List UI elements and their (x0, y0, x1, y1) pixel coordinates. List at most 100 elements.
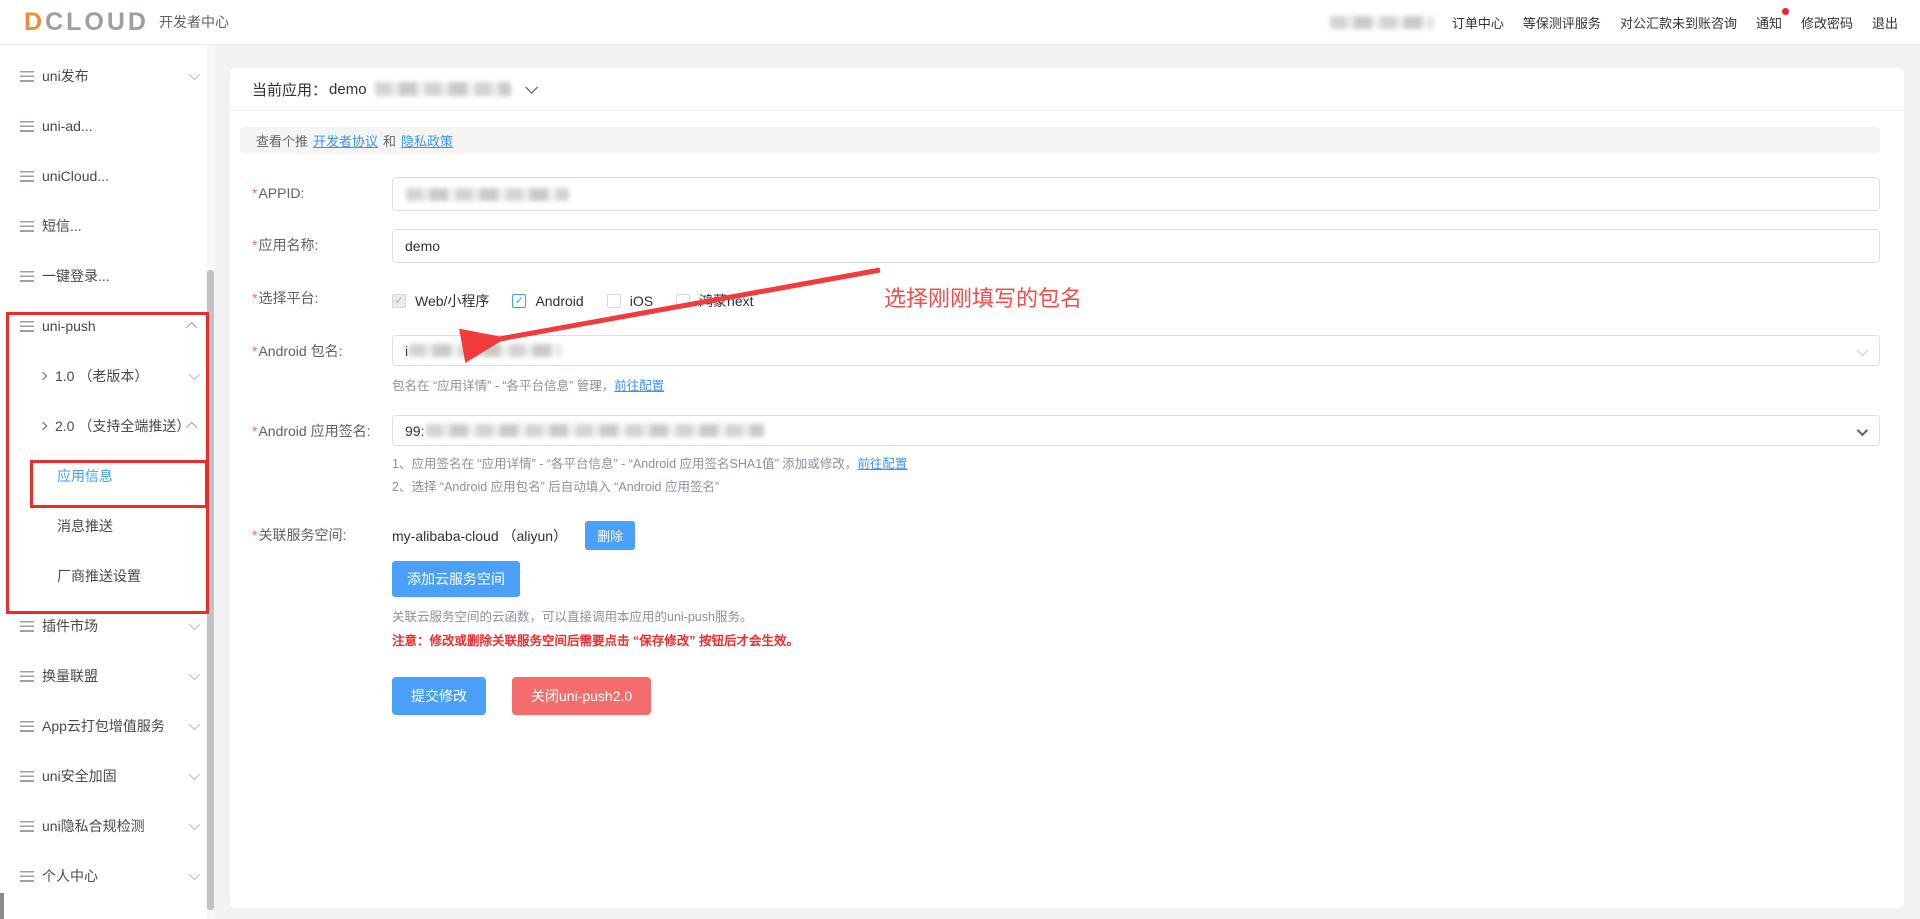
checkbox-ios-label: iOS (629, 293, 654, 309)
product-name: 开发者中心 (158, 14, 229, 30)
submit-changes-button[interactable]: 提交修改 (392, 677, 486, 715)
chevron-down-icon (188, 68, 201, 81)
android-signature-label: *Android 应用签名: (252, 423, 371, 439)
nav-remittance-consult[interactable]: 对公汇款未到账咨询 (1620, 13, 1737, 32)
list-icon (20, 670, 34, 682)
sidebar-item-uni-security[interactable]: uni安全加固 (0, 751, 215, 801)
android-package-value-prefix: i (405, 342, 409, 359)
service-space-warning: 注意：修改或删除关联服务空间后需要点击 “保存修改” 按钮后才会生效。 (392, 634, 799, 648)
developer-agreement-link[interactable]: 开发者协议 (313, 131, 378, 150)
close-unipush-button[interactable]: 关闭uni-push2.0 (512, 677, 652, 715)
current-app-name: demo (329, 80, 367, 98)
checkbox-android[interactable]: ✓ (512, 294, 527, 308)
sidebar-item-personal-center[interactable]: 个人中心 (0, 851, 215, 901)
service-space-label: *关联服务空间: (252, 527, 347, 543)
android-package-label: *Android 包名: (252, 343, 343, 359)
app-info-form: *APPID: *应用名称: *选择平台: ✓ Web/小程序 (230, 177, 1904, 715)
sidebar-item-push-2-0[interactable]: 2.0 （支持全端推送） (0, 401, 215, 451)
current-app-id-blurred (374, 82, 511, 96)
goto-config-link[interactable]: 前往配置 (614, 379, 664, 393)
add-service-space-button[interactable]: 添加云服务空间 (392, 561, 520, 597)
checkbox-android-label: Android (535, 293, 584, 309)
nav-change-password[interactable]: 修改密码 (1801, 13, 1853, 32)
nav-logout[interactable]: 退出 (1872, 13, 1898, 32)
checkbox-harmony-next[interactable] (676, 294, 691, 308)
required-asterisk: * (252, 527, 258, 543)
sidebar-item-plugin-market[interactable]: 插件市场 (0, 601, 215, 651)
list-icon (20, 320, 34, 332)
sidebar-item-sms[interactable]: 短信... (0, 201, 215, 251)
list-icon (20, 70, 34, 82)
agreement-prefix: 查看个推 (256, 134, 309, 149)
list-icon (20, 120, 34, 132)
chevron-down-icon (188, 818, 201, 831)
android-package-value-blurred (409, 344, 562, 357)
sidebar-item-app-cloud-build[interactable]: App云打包增值服务 (0, 701, 215, 751)
chevron-down-icon (1856, 424, 1869, 437)
android-package-select[interactable]: i (392, 335, 1880, 366)
required-asterisk: * (252, 237, 258, 253)
appid-label: *APPID: (252, 185, 305, 201)
appid-row: *APPID: (252, 177, 1904, 211)
android-package-row: *Android 包名: i 包名在 “应用详情” - “各平台信息” 管理，前… (252, 335, 1904, 394)
chevron-down-icon (188, 768, 201, 781)
chevron-down-icon (188, 868, 201, 881)
sidebar-scrollbar-thumb[interactable] (207, 270, 214, 910)
sidebar-item-uni-privacy-check[interactable]: uni隐私合规检测 (0, 801, 215, 851)
checkbox-harmony-next-label: 鸿蒙next (699, 293, 754, 309)
list-icon (20, 770, 34, 782)
arrow-right-icon (38, 371, 48, 381)
sidebar-item-uni-publish[interactable]: uni发布 (0, 51, 215, 101)
sidebar-item-message-push[interactable]: 消息推送 (0, 501, 215, 551)
privacy-policy-link[interactable]: 隐私政策 (401, 131, 453, 150)
sidebar-item-app-info[interactable]: 应用信息 (0, 451, 215, 501)
sidebar-item-one-key-login[interactable]: 一键登录... (0, 251, 215, 301)
sidebar: uni发布 uni-ad... uniCloud... 短信... 一键登录..… (0, 45, 215, 919)
sidebar-item-push-1-0[interactable]: 1.0 （老版本） (0, 351, 215, 401)
agreement-bar: 查看个推 开发者协议 和 隐私政策 (240, 127, 1880, 154)
app-name-input[interactable] (392, 229, 1880, 263)
dcloud-logo[interactable]: DCLOUD 开发者中心 (24, 8, 229, 37)
list-icon (20, 720, 34, 732)
left-edge-scrollbar[interactable] (0, 893, 4, 919)
checkbox-web-miniprogram-label: Web/小程序 (415, 293, 490, 309)
sidebar-item-vendor-push-settings[interactable]: 厂商推送设置 (0, 551, 215, 601)
sidebar-item-exchange-alliance[interactable]: 换量联盟 (0, 651, 215, 701)
appid-input[interactable] (392, 177, 1880, 211)
app-name-label: *应用名称: (252, 237, 319, 253)
android-signature-row: *Android 应用签名: 99: 1、应用签名在 “应用详情” - “各平台… (252, 415, 1904, 499)
nav-order-center[interactable]: 订单中心 (1452, 13, 1504, 32)
android-signature-helper-2: 2、选择 “Android 应用包名” 后自动填入 “Android 应用签名” (392, 480, 720, 494)
app-switcher-chevron-down-icon[interactable] (524, 80, 538, 94)
notice-red-dot-icon (1781, 7, 1789, 15)
sidebar-item-uni-ad[interactable]: uni-ad... (0, 101, 215, 151)
nav-notice[interactable]: 通知 (1756, 7, 1789, 32)
android-signature-select[interactable]: 99: (392, 415, 1880, 446)
service-space-value: my-alibaba-cloud （aliyun） (392, 527, 568, 544)
user-account-blurred[interactable] (1329, 15, 1433, 29)
arrow-right-icon (38, 421, 48, 431)
list-icon (20, 170, 34, 182)
sidebar-item-unicloud[interactable]: uniCloud... (0, 151, 215, 201)
form-actions: 提交修改 关闭uni-push2.0 (252, 677, 1904, 715)
delete-service-space-button[interactable]: 删除 (585, 521, 636, 550)
nav-dengbao-service[interactable]: 等保测评服务 (1523, 13, 1601, 32)
service-space-helper: 关联云服务空间的云函数，可以直接调用本应用的uni-push服务。 (392, 610, 753, 624)
appid-value-blurred (406, 188, 569, 201)
chevron-down-icon (188, 368, 201, 381)
platform-label: *选择平台: (252, 290, 319, 306)
current-app-label: 当前应用： (252, 81, 328, 99)
goto-config-link[interactable]: 前往配置 (857, 457, 907, 471)
annotation-text: 选择刚刚填写的包名 (884, 286, 1083, 311)
logo-text: DCLOUD (24, 7, 149, 36)
top-header: DCLOUD 开发者中心 订单中心 等保测评服务 对公汇款未到账咨询 通知 修改… (0, 0, 1920, 45)
checkbox-ios[interactable] (606, 294, 621, 308)
service-space-row: *关联服务空间: my-alibaba-cloud （aliyun） 删除 添加… (252, 521, 1904, 649)
android-signature-helpers: 1、应用签名在 “应用详情” - “各平台信息” - “Android 应用签名… (392, 453, 1880, 499)
service-space-value-row: my-alibaba-cloud （aliyun） 删除 (392, 521, 1880, 550)
checkbox-web-miniprogram[interactable]: ✓ (392, 294, 406, 308)
required-asterisk: * (252, 290, 258, 306)
android-signature-helper-1: 1、应用签名在 “应用详情” - “各平台信息” - “Android 应用签名… (392, 457, 908, 471)
sidebar-item-uni-push[interactable]: uni-push (0, 301, 215, 351)
app-name-row: *应用名称: (252, 229, 1904, 263)
